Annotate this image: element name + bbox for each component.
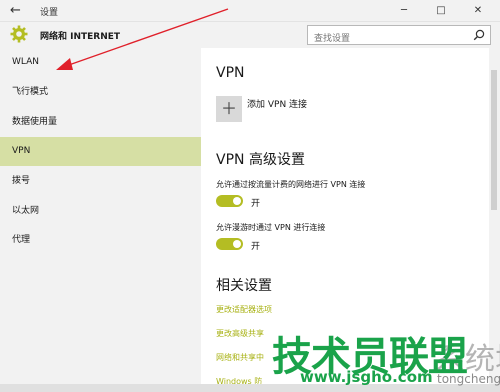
- search-icon[interactable]: [473, 29, 485, 41]
- related-settings-heading: 相关设置: [216, 278, 272, 294]
- page-title: 网络和 INTERNET: [40, 32, 121, 42]
- metered-vpn-toggle[interactable]: [216, 195, 243, 207]
- toggle-knob: [233, 240, 241, 248]
- metered-vpn-state: 开: [251, 199, 261, 209]
- sidebar-item-wlan[interactable]: WLAN: [0, 48, 201, 77]
- sidebar-item-data-usage[interactable]: 数据使用量: [0, 108, 201, 137]
- link-network-sharing-center[interactable]: 网络和共享中: [216, 352, 264, 363]
- roaming-vpn-toggle[interactable]: [216, 238, 243, 250]
- add-vpn-label[interactable]: 添加 VPN 连接: [247, 97, 307, 110]
- back-arrow-icon[interactable]: ←: [10, 3, 21, 18]
- sidebar-item-airplane-mode[interactable]: 飞行模式: [0, 78, 201, 107]
- sidebar: WLAN 飞行模式 数据使用量 VPN 拨号 以太网 代理: [0, 48, 201, 392]
- search-box[interactable]: [307, 25, 491, 48]
- sidebar-item-ethernet[interactable]: 以太网: [0, 197, 201, 226]
- close-button[interactable]: ✕: [464, 2, 492, 20]
- maximize-button[interactable]: □: [427, 2, 455, 20]
- sidebar-item-proxy[interactable]: 代理: [0, 226, 201, 255]
- roaming-vpn-state: 开: [251, 242, 261, 252]
- window-title: 设置: [40, 8, 59, 18]
- roaming-vpn-label: 允许漫游时通过 VPN 进行连接: [216, 223, 326, 232]
- vpn-advanced-heading: VPN 高级设置: [216, 152, 305, 168]
- sidebar-item-vpn[interactable]: VPN: [0, 137, 201, 166]
- sidebar-item-dialup[interactable]: 拨号: [0, 167, 201, 196]
- vpn-heading: VPN: [216, 65, 245, 81]
- settings-header: 网络和 INTERNET: [0, 22, 500, 48]
- add-vpn-button[interactable]: ＋: [216, 96, 242, 122]
- watermark-url: www.jsgho.com: [300, 368, 433, 386]
- link-adapter-options[interactable]: 更改适配器选项: [216, 304, 272, 315]
- metered-vpn-label: 允许通过按流量计费的网络进行 VPN 连接: [216, 180, 366, 189]
- title-bar: ← 设置 ─ □ ✕: [0, 0, 500, 22]
- plus-icon: ＋: [220, 99, 237, 118]
- watermark-url-secondary: tongcheng: [437, 372, 500, 386]
- search-input[interactable]: [308, 30, 458, 48]
- gear-icon: [10, 25, 28, 43]
- toggle-knob: [233, 197, 241, 205]
- minimize-button[interactable]: ─: [390, 2, 418, 20]
- link-advanced-sharing[interactable]: 更改高级共享: [216, 328, 264, 339]
- scrollbar-thumb[interactable]: [491, 70, 497, 210]
